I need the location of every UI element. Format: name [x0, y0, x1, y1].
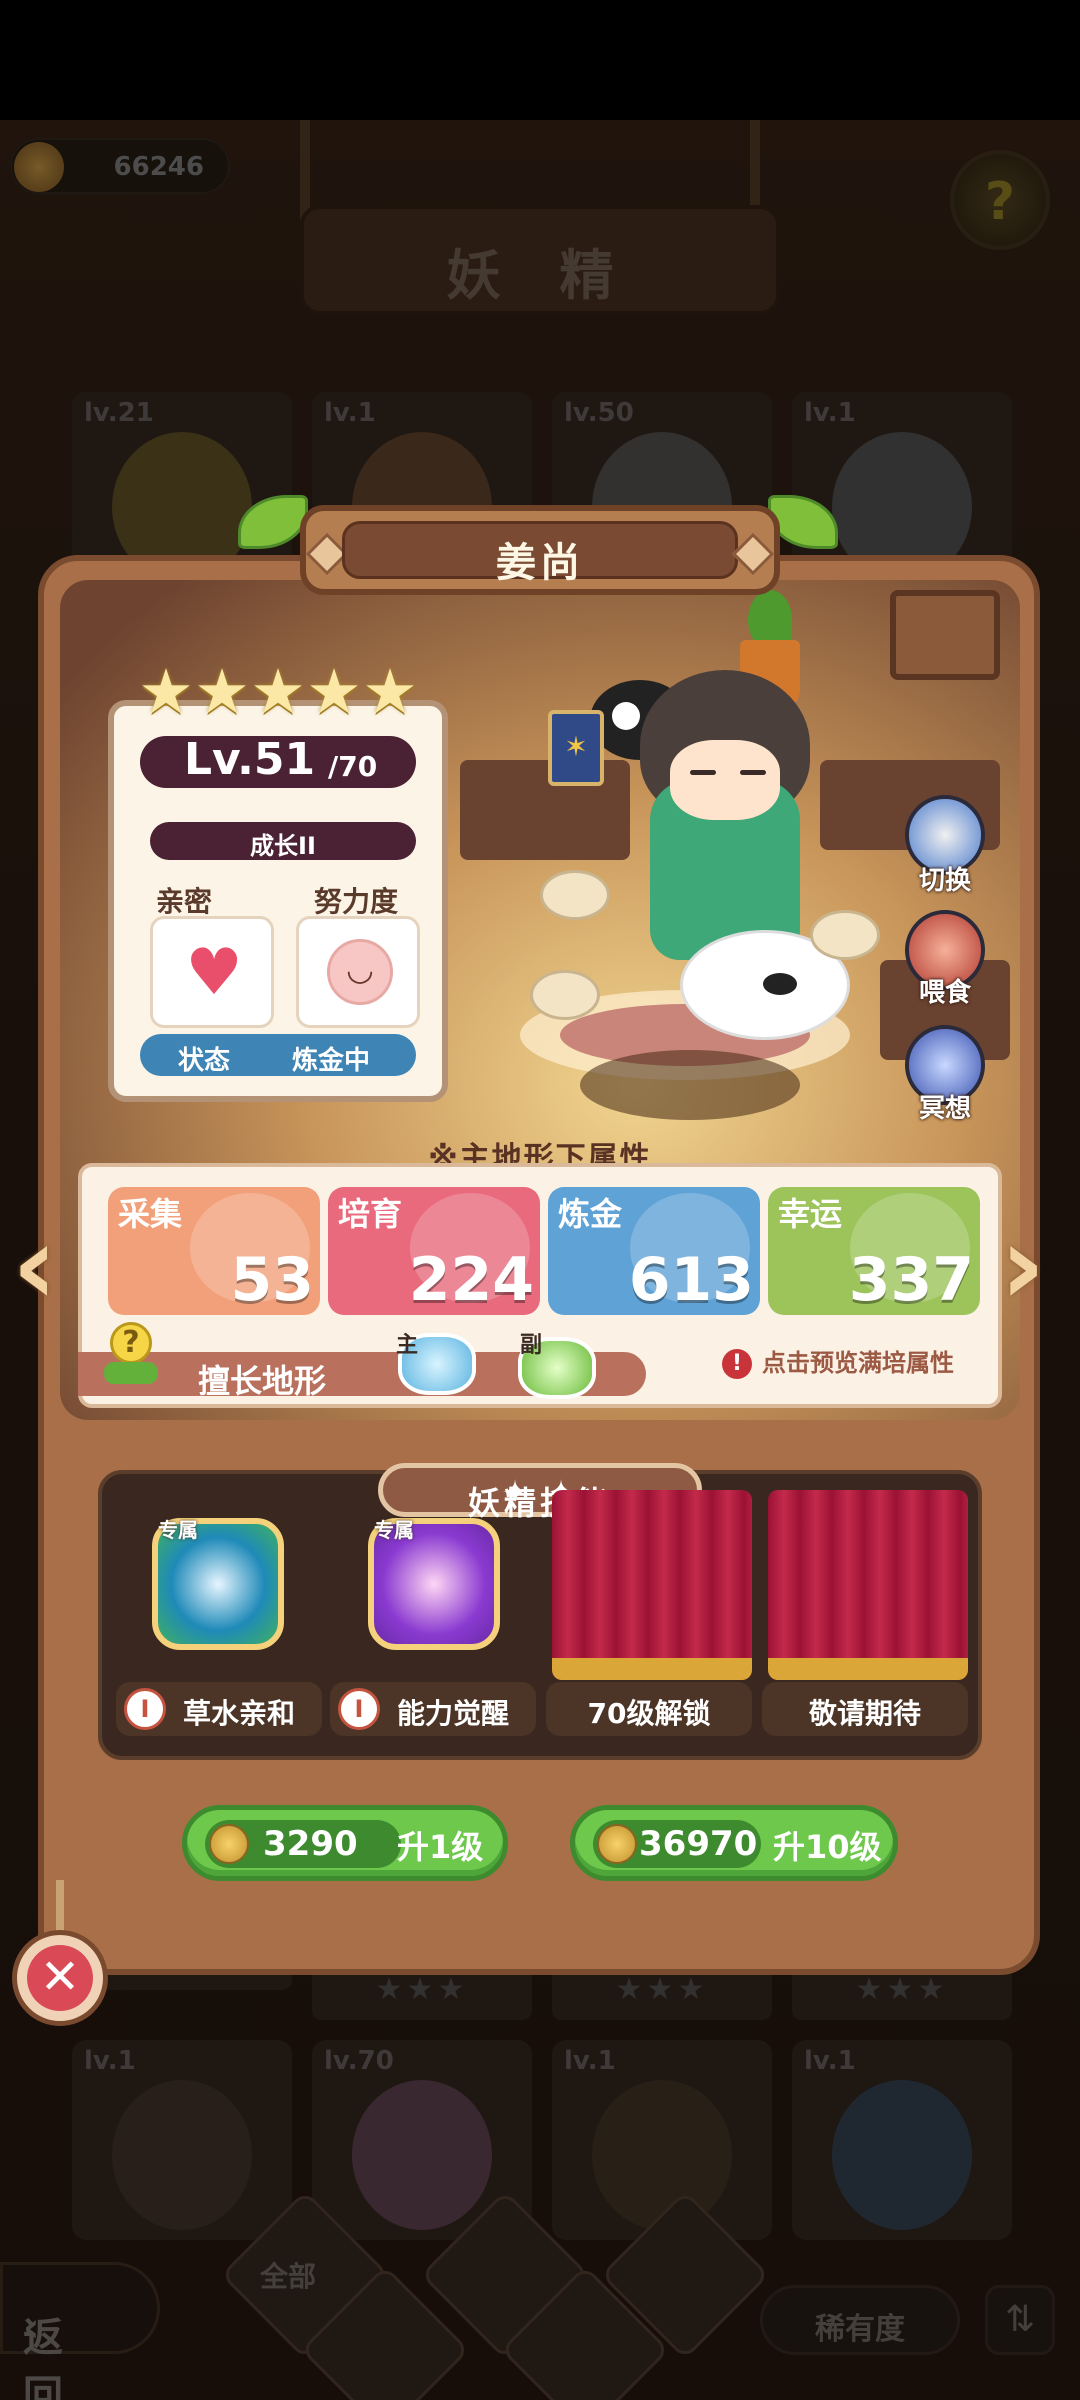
attr-name: 采集 — [118, 1195, 183, 1233]
growth-badge[interactable]: 成长II — [150, 822, 416, 860]
effort-box[interactable]: ◡ — [296, 916, 420, 1028]
cloud — [530, 970, 600, 1020]
level-max: /70 — [328, 750, 378, 783]
window — [890, 590, 1000, 680]
coin-icon — [597, 1824, 637, 1864]
close-icon: ✕ — [27, 1945, 93, 2011]
curtain-icon — [768, 1490, 968, 1680]
level-value: Lv.51 — [184, 734, 316, 785]
terrain-main-tag: 主 — [396, 1333, 419, 1358]
star-icon: ★ — [362, 655, 418, 728]
status-bar: 状态 炼金中 — [140, 1034, 416, 1076]
effort-face-icon: ◡ — [327, 939, 393, 1005]
attributes-panel: 采集 53 培育 224 炼金 613 幸运 337 擅长地形 ? 主 副 ! 点… — [78, 1163, 1002, 1408]
upgrade-10-cost: 36970 — [639, 1824, 758, 1864]
exclusive-tag: 专属 — [374, 1518, 414, 1542]
skill-name: 能力觉醒 — [396, 1697, 509, 1730]
preview-full-attrs-link[interactable]: ! 点击预览满培属性 — [722, 1343, 954, 1379]
character-eye — [690, 770, 716, 775]
terrain-sub-tag: 副 — [520, 1333, 543, 1358]
skill-label: 70级解锁 — [546, 1682, 752, 1736]
furniture — [460, 760, 630, 860]
skill-slot-locked[interactable] — [768, 1490, 968, 1680]
skill-slot-locked[interactable] — [552, 1490, 752, 1680]
skill-name: 敬请期待 — [808, 1697, 921, 1730]
cloud — [540, 870, 610, 920]
exclusive-tag: 专属 — [158, 1518, 198, 1542]
effort-label: 努力度 — [314, 885, 399, 918]
upgrade-1-button[interactable]: 3290 升1级 — [182, 1805, 508, 1881]
feed-label: 喂食 — [918, 978, 971, 1008]
sprite-name: 姜尚 — [496, 540, 584, 586]
character-eye — [740, 770, 766, 775]
close-button[interactable]: ✕ — [12, 1930, 108, 2026]
chevron-right-icon[interactable]: › — [1000, 1205, 1060, 1325]
skill-label: 敬请期待 — [762, 1682, 968, 1736]
intimacy-label: 亲密 — [156, 885, 213, 918]
bulb-icon: ? — [104, 1322, 158, 1388]
attr-value: 53 — [230, 1245, 315, 1315]
star-icon: ★ — [194, 655, 250, 728]
upgrade-10-label: 升10级 — [773, 1828, 882, 1866]
skill-label: I 草水亲和 — [116, 1682, 322, 1736]
attr-gather: 采集 53 — [108, 1187, 320, 1315]
star-icon: ★ — [250, 655, 306, 728]
status-value: 炼金中 — [292, 1046, 371, 1076]
curtain-icon — [552, 1490, 752, 1680]
attr-luck: 幸运 337 — [768, 1187, 980, 1315]
rope — [56, 1880, 64, 1934]
character-face — [670, 740, 780, 820]
intimacy-box[interactable]: ♥ — [150, 916, 274, 1028]
star-icon: ★ — [306, 655, 362, 728]
switch-label: 切换 — [918, 866, 971, 896]
attr-alchemy: 炼金 613 — [548, 1187, 760, 1315]
upgrade-1-cost: 3290 — [263, 1824, 358, 1864]
skill-label: I 能力觉醒 — [330, 1682, 536, 1736]
skill-name: 70级解锁 — [587, 1697, 711, 1730]
attr-value: 224 — [408, 1245, 534, 1315]
upgrade-1-label: 升1级 — [397, 1828, 484, 1866]
coin-icon — [209, 1824, 249, 1864]
attr-value: 613 — [628, 1245, 754, 1315]
level-box: Lv.51 /70 — [140, 734, 416, 788]
heart-icon: ♥ — [185, 936, 243, 1010]
skill-name: 草水亲和 — [182, 1697, 295, 1730]
chevron-left-icon[interactable]: ‹ — [12, 1205, 72, 1325]
status-label: 状态 — [178, 1046, 231, 1076]
shadow — [580, 1050, 800, 1120]
cloud — [810, 910, 880, 960]
star-icon: ★ — [138, 655, 194, 728]
attr-nurture: 培育 224 — [328, 1187, 540, 1315]
meditate-label: 冥想 — [918, 1094, 971, 1124]
exclamation-icon: ! — [722, 1349, 752, 1379]
gem-decoration — [731, 532, 775, 576]
upgrade-10-button[interactable]: 36970 升10级 — [570, 1805, 898, 1881]
growth-label: 成长II — [250, 832, 316, 860]
name-plaque: 姜尚 — [300, 505, 780, 595]
tarot-card-item: ✶ — [548, 710, 604, 786]
skill-slot[interactable]: 专属 — [118, 1490, 318, 1680]
attr-name: 幸运 — [778, 1195, 843, 1233]
skill-slot[interactable]: 专属 — [334, 1490, 534, 1680]
preview-hint: 点击预览满培属性 — [762, 1349, 954, 1377]
attr-name: 炼金 — [558, 1195, 623, 1233]
attr-name: 培育 — [338, 1195, 403, 1233]
attr-value: 337 — [848, 1245, 974, 1315]
terrain-label: 擅长地形 — [198, 1362, 327, 1400]
sprite-info-card: ★ ★ ★ ★ ★ Lv.51 /70 成长II 亲密 努力度 ♥ ◡ 状态 炼金中 — [108, 661, 448, 1102]
